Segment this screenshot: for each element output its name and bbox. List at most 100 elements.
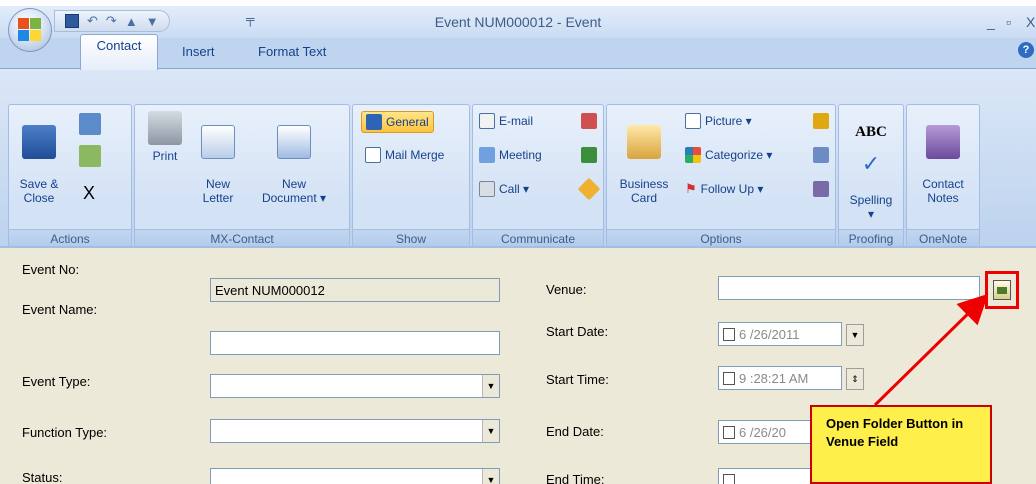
new-document-button[interactable]: New Document ▾ [251,111,337,205]
start-time-label: Start Time: [546,372,609,387]
call-button[interactable]: Call ▾ [479,181,529,197]
folder-icon [993,280,1011,300]
start-date-label: Start Date: [546,324,609,339]
save-close-icon [22,125,56,159]
group-communicate-label: Communicate [473,229,603,247]
save-close-button[interactable]: Save & Close [15,111,63,205]
address-book-icon[interactable] [813,147,829,163]
end-date-label: End Date: [546,424,604,439]
phone-icon [479,181,495,197]
office-button[interactable] [8,8,52,52]
function-type-label: Function Type: [22,425,108,440]
meeting-button[interactable]: Meeting [479,147,542,163]
open-folder-button[interactable] [985,271,1019,309]
save-as-icon[interactable] [79,113,101,135]
business-card-button[interactable]: Business Card [613,111,675,205]
window-title: Event NUM000012 - Event [434,14,602,30]
delete-button[interactable]: X [83,183,95,204]
event-no-label: Event No: [22,262,80,277]
letter-icon [201,125,235,159]
event-no-field: Event NUM000012 [210,278,500,302]
private-lock-icon[interactable] [813,113,829,129]
printer-icon [148,111,182,145]
event-name-input[interactable] [210,331,500,355]
start-time-checkbox[interactable] [723,371,735,385]
end-time-picker[interactable] [718,468,814,484]
flag-icon: ⚑ [685,181,697,196]
venue-label: Venue: [546,282,587,297]
document-icon [277,125,311,159]
function-type-select[interactable]: ▼ [210,419,500,443]
follow-up-button[interactable]: ⚑ Follow Up ▾ [685,181,763,197]
start-time-picker[interactable]: 9 :28:21 AM [718,366,842,390]
checkmark-icon: ✓ [861,151,881,176]
call-label: Call ▾ [499,182,530,196]
annotation-callout: Open Folder Button in Venue Field [810,405,992,484]
business-card-label: Business Card [619,177,669,205]
chevron-down-icon[interactable]: ▼ [482,375,499,397]
meeting-label: Meeting [499,148,542,162]
group-options-label: Options [607,229,835,247]
categorize-button[interactable]: Categorize ▾ [685,147,772,163]
tab-insert[interactable]: Insert [182,44,215,59]
end-date-picker[interactable]: 6 /26/20 [718,420,814,444]
group-mx-contact: Print New Letter New Document ▾ MX-Conta… [134,104,350,248]
web-page-icon[interactable] [581,147,597,163]
meeting-icon [479,147,495,163]
event-name-label: Event Name: [22,302,98,317]
tab-format-text[interactable]: Format Text [258,44,326,59]
help-icon[interactable]: ? [1018,42,1034,58]
group-options: Business Card Picture ▾ Categorize ▾ ⚑ F… [606,104,836,248]
end-date-checkbox[interactable] [723,425,735,439]
categorize-label: Categorize ▾ [705,148,773,162]
group-proofing: ABC ✓ Spelling ▾ Proofing [838,104,904,248]
categorize-icon [685,147,701,163]
map-icon[interactable] [577,177,601,201]
group-actions-label: Actions [9,229,131,247]
minimize-button[interactable]: _ [987,14,995,30]
group-show-label: Show [353,229,469,247]
tab-contact[interactable]: Contact [80,34,158,70]
time-spinner[interactable]: ⇕ [846,368,864,390]
mail-merge-button[interactable]: Mail Merge [365,147,444,163]
move-icon[interactable] [79,145,101,167]
business-card-icon [627,125,661,159]
general-icon [366,114,382,130]
mail-merge-icon [365,147,381,163]
status-label: Status: [22,470,63,484]
chevron-down-icon[interactable]: ▼ [482,420,499,442]
group-onenote-label: OneNote [907,229,979,247]
event-type-select[interactable]: ▼ [210,374,500,398]
check-names-icon[interactable] [813,181,829,197]
follow-up-label: Follow Up ▾ [700,182,764,196]
assign-task-icon[interactable] [581,113,597,129]
print-label: Print [152,149,178,163]
end-time-checkbox[interactable] [723,473,735,484]
chevron-down-icon[interactable]: ▼ [482,469,499,484]
new-document-label: New Document ▾ [261,177,327,205]
start-time-value: 9 :28:21 AM [739,370,809,386]
chevron-down-icon[interactable]: ▼ [846,324,864,346]
mail-merge-label: Mail Merge [385,148,445,162]
print-button[interactable]: Print [141,111,189,163]
picture-button[interactable]: Picture ▾ [685,113,752,129]
group-actions: Save & Close X Actions [8,104,132,248]
maximize-button[interactable]: ▫ [1006,14,1011,30]
group-onenote: Contact Notes OneNote [906,104,980,248]
picture-label: Picture ▾ [705,114,752,128]
email-icon [479,113,495,129]
start-date-picker[interactable]: 6 /26/2011 [718,322,842,346]
new-letter-button[interactable]: New Letter [193,111,243,205]
group-proofing-label: Proofing [839,229,903,247]
venue-input[interactable] [718,276,980,300]
spelling-label: Spelling ▾ [849,193,893,221]
contact-notes-button[interactable]: Contact Notes [913,111,973,205]
start-date-checkbox[interactable] [723,327,735,341]
status-select[interactable]: ▼ [210,468,500,484]
email-button[interactable]: E-mail [479,113,533,129]
spelling-button[interactable]: ABC ✓ Spelling ▾ [843,111,899,222]
email-label: E-mail [499,114,534,128]
new-letter-label: New Letter [202,177,234,205]
close-button[interactable]: X [1026,14,1035,30]
general-button[interactable]: General [361,111,434,133]
